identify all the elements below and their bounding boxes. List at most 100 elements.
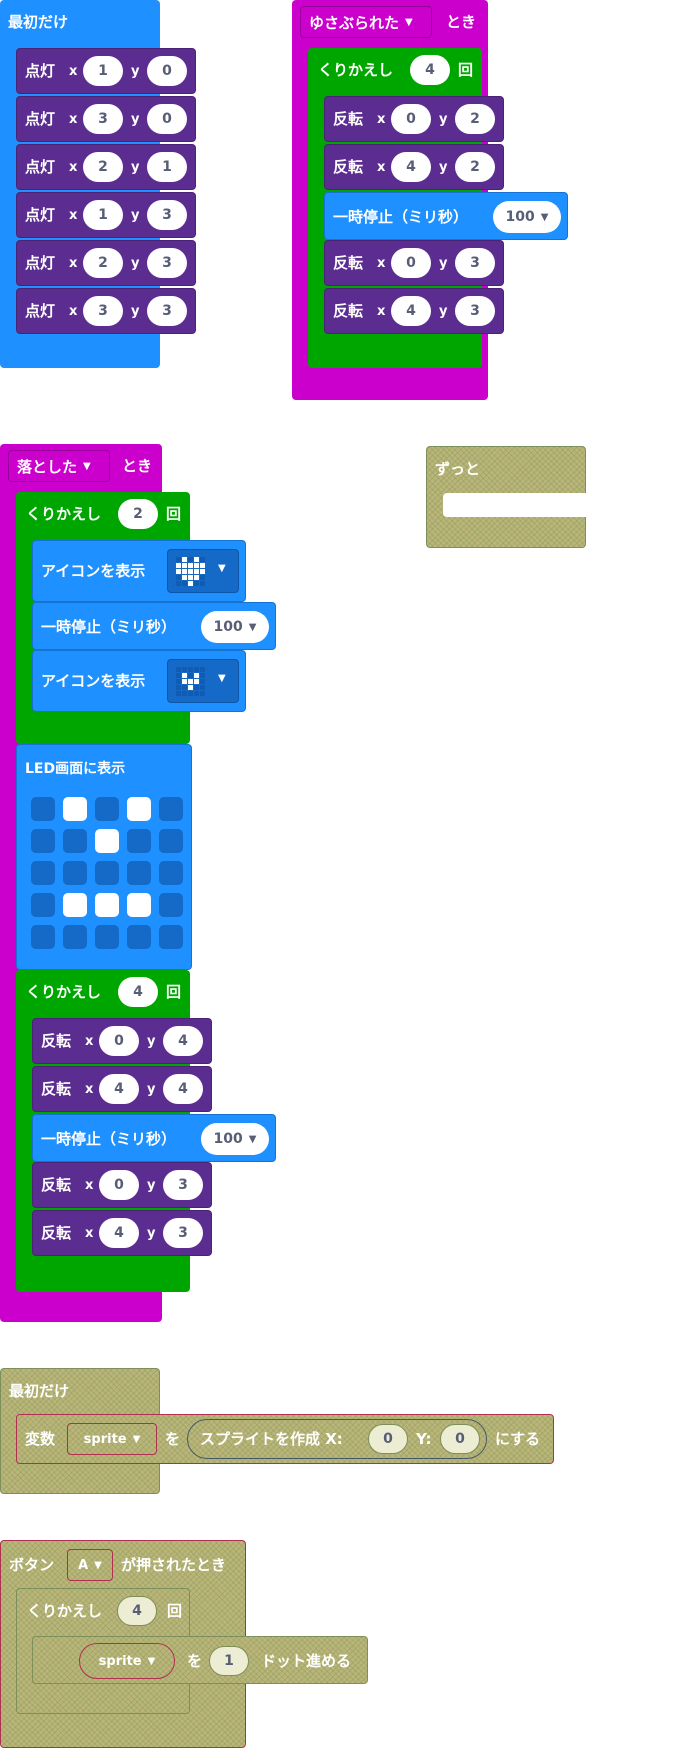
x-input[interactable]: 0 bbox=[391, 104, 431, 134]
move-steps-input[interactable]: 1 bbox=[209, 1646, 249, 1676]
toggle-block[interactable]: 反転 x 4 y 3 bbox=[32, 1210, 212, 1256]
led-cell[interactable] bbox=[31, 861, 55, 885]
led-cell[interactable] bbox=[127, 893, 151, 917]
led-cell[interactable] bbox=[95, 797, 119, 821]
show-icon-block-1[interactable]: アイコンを表示 ▼ bbox=[32, 540, 246, 602]
y-input[interactable]: 3 bbox=[455, 296, 495, 326]
y-input[interactable]: 3 bbox=[147, 200, 187, 230]
button-dropdown[interactable]: A ▼ bbox=[67, 1549, 113, 1581]
repeat-count-input[interactable]: 4 bbox=[118, 977, 158, 1007]
repeat-count-input[interactable]: 2 bbox=[118, 499, 158, 529]
toggle-block[interactable]: 反転 x 0 y 2 bbox=[324, 96, 504, 142]
led-cell[interactable] bbox=[159, 829, 183, 853]
y-input[interactable]: 3 bbox=[455, 248, 495, 278]
x-input[interactable]: 0 bbox=[391, 248, 431, 278]
led-cell[interactable] bbox=[95, 829, 119, 853]
pause-block-2[interactable]: 一時停止（ミリ秒） 100 ▼ bbox=[32, 1114, 276, 1162]
y-input[interactable]: 0 bbox=[147, 56, 187, 86]
pause-value-dropdown[interactable]: 100 ▼ bbox=[201, 1123, 269, 1155]
led-cell[interactable] bbox=[63, 797, 87, 821]
led-cell[interactable] bbox=[95, 925, 119, 949]
led-cell[interactable] bbox=[95, 861, 119, 885]
pause-value: 100 bbox=[213, 619, 243, 635]
y-input[interactable]: 2 bbox=[455, 152, 495, 182]
led-action-label: 点灯 bbox=[25, 206, 56, 224]
toggle-block[interactable]: 反転 x 0 y 4 bbox=[32, 1018, 212, 1064]
y-input[interactable]: 1 bbox=[147, 152, 187, 182]
repeat-count-input[interactable]: 4 bbox=[117, 1596, 157, 1626]
gesture-dropdown[interactable]: 落とした ▼ bbox=[8, 450, 110, 482]
x-input[interactable]: 0 bbox=[99, 1026, 139, 1056]
x-input[interactable]: 3 bbox=[83, 104, 123, 134]
y-input[interactable]: 3 bbox=[147, 248, 187, 278]
led-cell[interactable] bbox=[95, 893, 119, 917]
pause-value-dropdown[interactable]: 100 ▼ bbox=[201, 611, 269, 643]
y-input[interactable]: 2 bbox=[455, 104, 495, 134]
heart-icon[interactable]: ▼ bbox=[167, 549, 239, 593]
gesture-dropdown[interactable]: ゆさぶられた ▼ bbox=[300, 6, 432, 38]
toggle-block[interactable]: 反転 x 4 y 4 bbox=[32, 1066, 212, 1112]
led-cell[interactable] bbox=[63, 829, 87, 853]
y-input[interactable]: 3 bbox=[163, 1218, 203, 1248]
x-input[interactable]: 4 bbox=[391, 296, 431, 326]
sprite-move-block[interactable]: sprite ▼ を 1 ドット進める bbox=[32, 1636, 368, 1684]
y-input[interactable]: 3 bbox=[163, 1170, 203, 1200]
x-input[interactable]: 0 bbox=[99, 1170, 139, 1200]
plot-block[interactable]: 点灯 x 3 y 0 bbox=[16, 96, 196, 142]
pause-value-dropdown[interactable]: 100 ▼ bbox=[493, 201, 561, 233]
create-sprite-block[interactable]: スプライトを作成 X: 0 Y: 0 bbox=[187, 1419, 487, 1459]
led-cell[interactable] bbox=[159, 925, 183, 949]
x-input[interactable]: 4 bbox=[99, 1218, 139, 1248]
led-cell[interactable] bbox=[127, 829, 151, 853]
led-cell[interactable] bbox=[159, 893, 183, 917]
led-cell[interactable] bbox=[31, 797, 55, 821]
plot-block[interactable]: 点灯 x 2 y 3 bbox=[16, 240, 196, 286]
led-cell[interactable] bbox=[31, 893, 55, 917]
x-input[interactable]: 3 bbox=[83, 296, 123, 326]
led-cell[interactable] bbox=[63, 861, 87, 885]
plot-block[interactable]: 点灯 x 3 y 3 bbox=[16, 288, 196, 334]
y-input[interactable]: 4 bbox=[163, 1074, 203, 1104]
pause-block[interactable]: 一時停止（ミリ秒） 100 ▼ bbox=[324, 192, 568, 240]
x-input[interactable]: 4 bbox=[99, 1074, 139, 1104]
variable-dropdown[interactable]: sprite ▼ bbox=[67, 1423, 157, 1455]
y-input[interactable]: 3 bbox=[147, 296, 187, 326]
pause-block-1[interactable]: 一時停止（ミリ秒） 100 ▼ bbox=[32, 602, 276, 650]
led-cell[interactable] bbox=[127, 797, 151, 821]
sprite-x-input[interactable]: 0 bbox=[368, 1424, 408, 1454]
led-action-label: 反転 bbox=[333, 254, 364, 272]
icon-pixel bbox=[182, 575, 187, 580]
led-cell[interactable] bbox=[31, 829, 55, 853]
toggle-block[interactable]: 反転 x 0 y 3 bbox=[32, 1162, 212, 1208]
led-cell[interactable] bbox=[159, 797, 183, 821]
small-heart-icon[interactable]: ▼ bbox=[167, 659, 239, 703]
show-icon-block-2[interactable]: アイコンを表示 ▼ bbox=[32, 650, 246, 712]
repeat-count-input[interactable]: 4 bbox=[410, 55, 450, 85]
sprite-dropdown[interactable]: sprite ▼ bbox=[79, 1643, 175, 1679]
x-input[interactable]: 2 bbox=[83, 152, 123, 182]
led-cell[interactable] bbox=[63, 925, 87, 949]
plot-block[interactable]: 点灯 x 1 y 3 bbox=[16, 192, 196, 238]
toggle-block[interactable]: 反転 x 0 y 3 bbox=[324, 240, 504, 286]
x-input[interactable]: 4 bbox=[391, 152, 431, 182]
plot-block[interactable]: 点灯 x 2 y 1 bbox=[16, 144, 196, 190]
sprite-y-input[interactable]: 0 bbox=[440, 1424, 480, 1454]
wo-label: を bbox=[165, 1430, 181, 1448]
toggle-block[interactable]: 反転 x 4 y 2 bbox=[324, 144, 504, 190]
plot-block[interactable]: 点灯 x 1 y 0 bbox=[16, 48, 196, 94]
y-input[interactable]: 4 bbox=[163, 1026, 203, 1056]
x-input[interactable]: 1 bbox=[83, 56, 123, 86]
toggle-block[interactable]: 反転 x 4 y 3 bbox=[324, 288, 504, 334]
forever-block[interactable]: ずっと bbox=[426, 446, 589, 548]
show-leds-block[interactable]: LED画面に表示 bbox=[16, 744, 192, 970]
led-cell[interactable] bbox=[127, 861, 151, 885]
set-variable-block[interactable]: 変数 sprite ▼ を スプライトを作成 X: 0 Y: 0 にする bbox=[16, 1414, 554, 1464]
y-input[interactable]: 0 bbox=[147, 104, 187, 134]
led-cell[interactable] bbox=[127, 925, 151, 949]
led-cell[interactable] bbox=[159, 861, 183, 885]
led-cell[interactable] bbox=[31, 925, 55, 949]
x-input[interactable]: 2 bbox=[83, 248, 123, 278]
led-matrix[interactable] bbox=[31, 797, 183, 949]
led-cell[interactable] bbox=[63, 893, 87, 917]
x-input[interactable]: 1 bbox=[83, 200, 123, 230]
